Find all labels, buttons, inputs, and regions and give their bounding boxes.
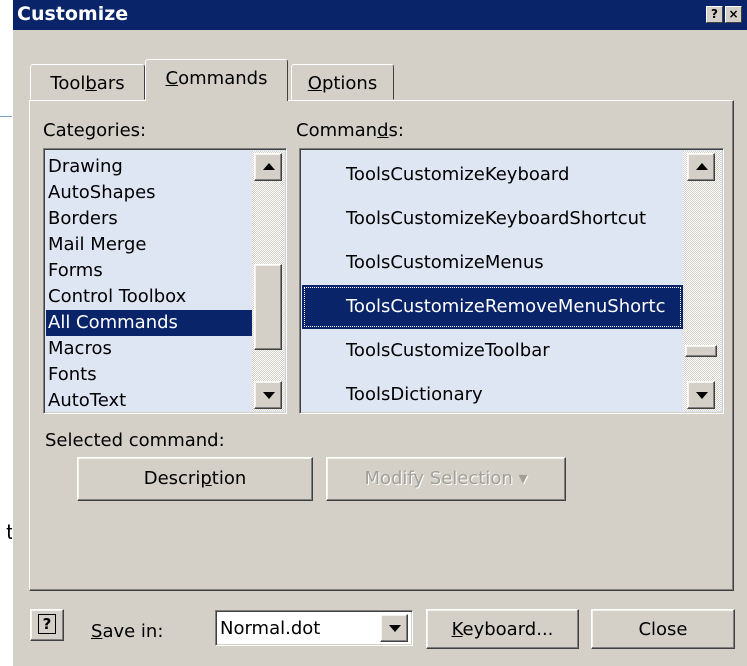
categories-label: Categories: [43,120,147,141]
command-item[interactable]: ToolsCustomizeKeyboardShortcut [302,197,683,241]
tab-label: Toolbars [50,73,125,94]
category-item[interactable]: AutoShapes [46,180,252,206]
customize-dialog: Customize ? × Toolbars Commands Options … [12,0,747,666]
categories-scroll-thumb[interactable] [254,264,282,350]
chevron-down-icon [389,625,401,632]
categories-items: Drawing AutoShapes Borders Mail Merge Forms C… [46,154,252,411]
close-title-button[interactable]: × [725,6,742,23]
title-bar[interactable]: Customize ? × [13,0,747,30]
dropdown-arrow-icon: ▾ [518,468,528,489]
commands-list[interactable]: ToolsCustomizeKeyboard ToolsCustomizeKeyb… [299,148,724,414]
category-item[interactable]: Mail Merge [46,232,252,258]
command-item[interactable]: ToolsCustomizeToolbar [302,329,683,373]
categories-scroll-down-button[interactable] [254,381,282,409]
tab-toolbars[interactable]: Toolbars [30,64,145,100]
help-title-button[interactable]: ? [706,6,723,23]
command-item[interactable]: ToolsCustomizeMenus [302,241,683,285]
arrow-up-icon [263,163,275,170]
description-button[interactable]: Description [77,457,313,501]
commands-label: Commands: [296,120,404,141]
arrow-down-icon [263,392,275,399]
tab-commands[interactable]: Commands [145,59,288,101]
category-item[interactable]: Macros [46,336,252,362]
save-in-value: Normal.dot [220,618,321,639]
commands-scrollbar[interactable] [683,151,721,411]
command-item[interactable]: ToolsCustomizeKeyboard [302,153,683,197]
commands-scroll-thumb[interactable] [685,345,717,357]
command-item[interactable]: ToolsDictionary [302,373,683,411]
save-in-select[interactable]: Normal.dot [215,610,413,646]
category-item[interactable]: AutoText [46,388,252,411]
tab-label: Options [307,73,378,94]
commands-items: ToolsCustomizeKeyboard ToolsCustomizeKeyb… [302,153,683,411]
tab-options[interactable]: Options [291,64,394,100]
category-item[interactable]: Drawing [46,154,252,180]
commands-scroll-up-button[interactable] [687,153,715,181]
help-button[interactable]: ? [30,609,64,641]
categories-list[interactable]: Drawing AutoShapes Borders Mail Merge Forms C… [43,148,287,414]
close-button[interactable]: Close [591,609,735,649]
arrow-up-icon [696,163,708,170]
categories-scroll-up-button[interactable] [254,153,282,181]
category-item[interactable]: Control Toolbox [46,284,252,310]
commands-scroll-down-button[interactable] [687,381,715,409]
category-item[interactable]: Forms [46,258,252,284]
save-in-label: Save in: [91,621,164,642]
tab-label: Commands [165,68,268,89]
save-in-dropdown-button[interactable] [380,614,408,642]
command-item[interactable]: ToolsCustomizeRemoveMenuShortc [302,285,683,329]
arrow-down-icon [696,392,708,399]
keyboard-button[interactable]: Keyboard... [426,609,579,649]
selected-command-label: Selected command: [45,430,225,451]
category-item[interactable]: Fonts [46,362,252,388]
category-item[interactable]: All Commands [46,310,252,336]
dialog-title: Customize [17,3,129,25]
category-item[interactable]: Borders [46,206,252,232]
question-mark-icon: ? [38,614,56,634]
modify-selection-button[interactable]: Modify Selection ▾ [326,457,566,501]
